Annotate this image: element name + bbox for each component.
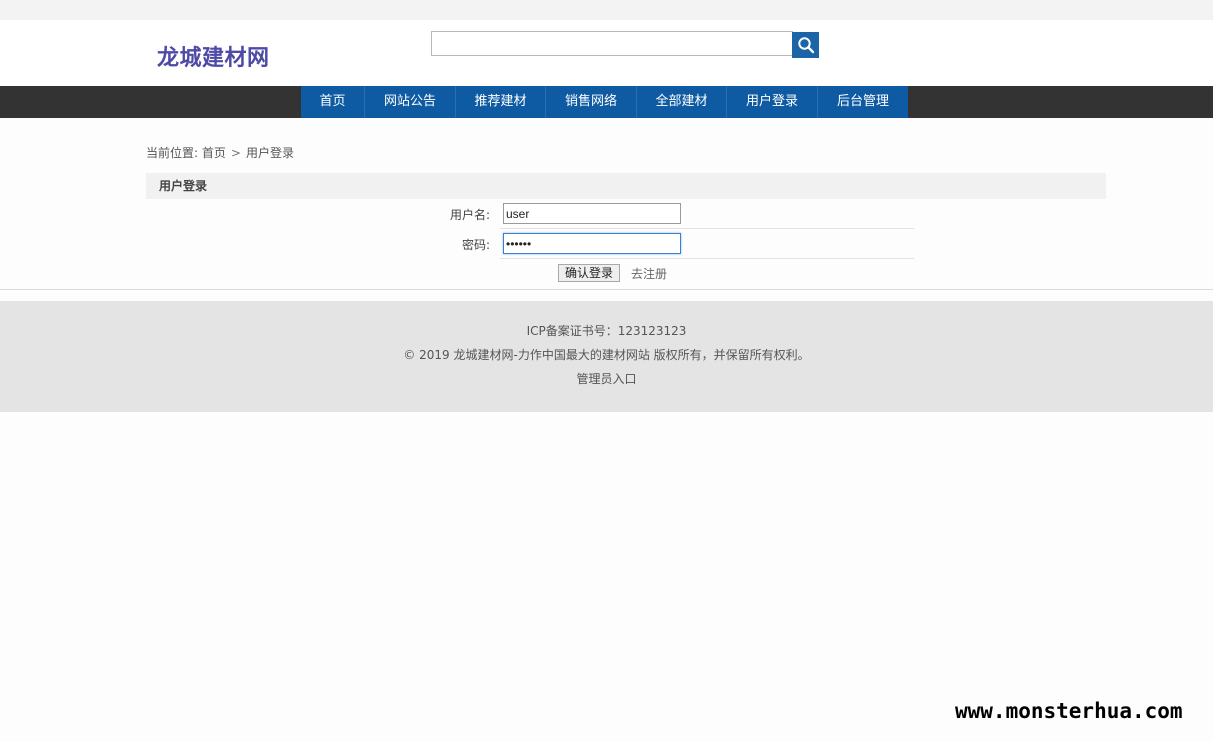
search-button[interactable]	[792, 32, 819, 58]
nav-item-announcements[interactable]: 网站公告	[365, 86, 456, 118]
search-input[interactable]	[431, 31, 793, 56]
footer-copyright: © 2019 龙城建材网-力作中国最大的建材网站 版权所有，并保留所有权利。	[403, 348, 810, 362]
navbar: 首页 网站公告 推荐建材 销售网络 全部建材 用户登录 后台管理	[0, 86, 1213, 118]
breadcrumb: 当前位置: 首页 > 用户登录	[146, 144, 294, 161]
top-strip	[0, 0, 1213, 20]
nav-item-user-login[interactable]: 用户登录	[727, 86, 818, 118]
nav-item-home[interactable]: 首页	[301, 86, 365, 118]
username-label: 用户名:	[449, 208, 490, 222]
password-label: 密码:	[461, 238, 490, 252]
username-field[interactable]	[503, 203, 681, 224]
nav-menu: 首页 网站公告 推荐建材 销售网络 全部建材 用户登录 后台管理	[301, 86, 908, 118]
footer-divider	[0, 289, 1213, 290]
site-logo[interactable]: 龙城建材网	[157, 40, 270, 72]
watermark: www.monsterhua.com	[955, 699, 1183, 723]
register-link[interactable]: 去注册	[631, 265, 667, 282]
footer-icp: ICP备案证书号：123123123	[526, 324, 687, 338]
breadcrumb-separator: >	[230, 146, 241, 160]
nav-item-recommended[interactable]: 推荐建材	[456, 86, 546, 118]
login-submit-button[interactable]: 确认登录	[558, 264, 620, 282]
header: 龙城建材网	[0, 20, 1213, 86]
admin-entry-link[interactable]: 管理员入口	[576, 372, 636, 386]
footer: ICP备案证书号：123123123 © 2019 龙城建材网-力作中国最大的建…	[0, 301, 1213, 412]
breadcrumb-prefix: 当前位置:	[146, 146, 199, 160]
nav-item-sales-network[interactable]: 销售网络	[546, 86, 637, 118]
login-panel-title: 用户登录	[146, 173, 1106, 199]
nav-item-admin[interactable]: 后台管理	[818, 86, 908, 118]
breadcrumb-current: 用户登录	[245, 146, 294, 160]
search-icon	[797, 37, 814, 54]
nav-item-all-materials[interactable]: 全部建材	[637, 86, 727, 118]
password-field[interactable]	[503, 233, 681, 254]
breadcrumb-home[interactable]: 首页	[202, 146, 226, 160]
